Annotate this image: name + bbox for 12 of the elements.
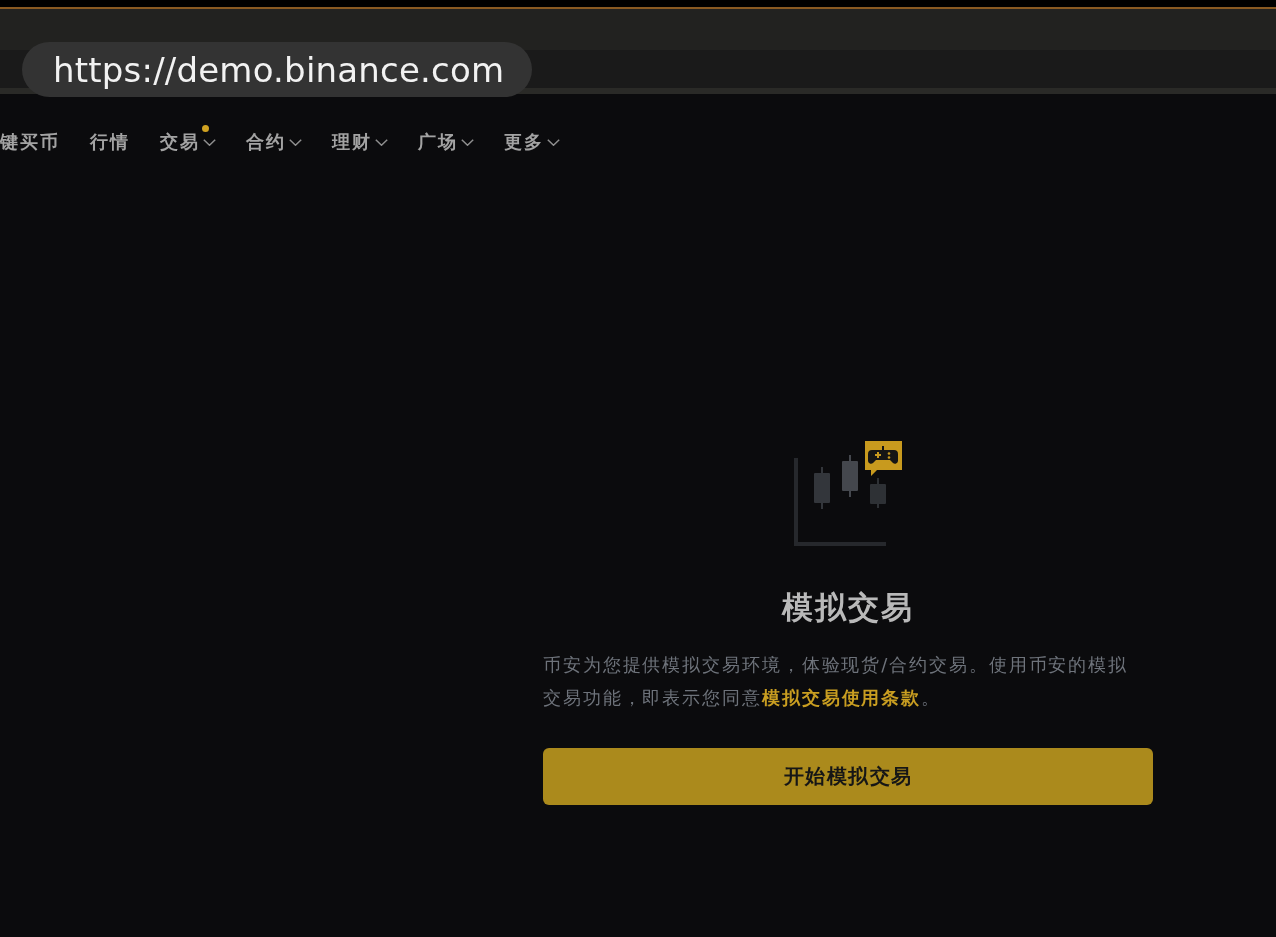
start-demo-trading-button[interactable]: 开始模拟交易 [543, 748, 1153, 805]
nav-link[interactable]: 理财 [332, 130, 388, 154]
nav-link[interactable]: 合约 [246, 130, 302, 154]
terms-link[interactable]: 模拟交易使用条款 [761, 687, 922, 708]
nav-link[interactable]: 键买币 [0, 130, 60, 154]
demo-trading-title: 模拟交易 [782, 588, 914, 627]
nav-link[interactable]: 广场 [418, 130, 474, 154]
nav-link[interactable]: 行情 [90, 130, 130, 154]
url-bar[interactable]: https://demo.binance.com [22, 42, 533, 97]
nav-link[interactable]: 交易 [160, 130, 216, 154]
demo-trading-description: 币安为您提供模拟交易环境，体验现货/合约交易。使用币安的模拟交易功能，即表示您同意模拟交易使用条款。 [543, 653, 1130, 710]
nav-link[interactable]: 更多 [504, 130, 560, 154]
